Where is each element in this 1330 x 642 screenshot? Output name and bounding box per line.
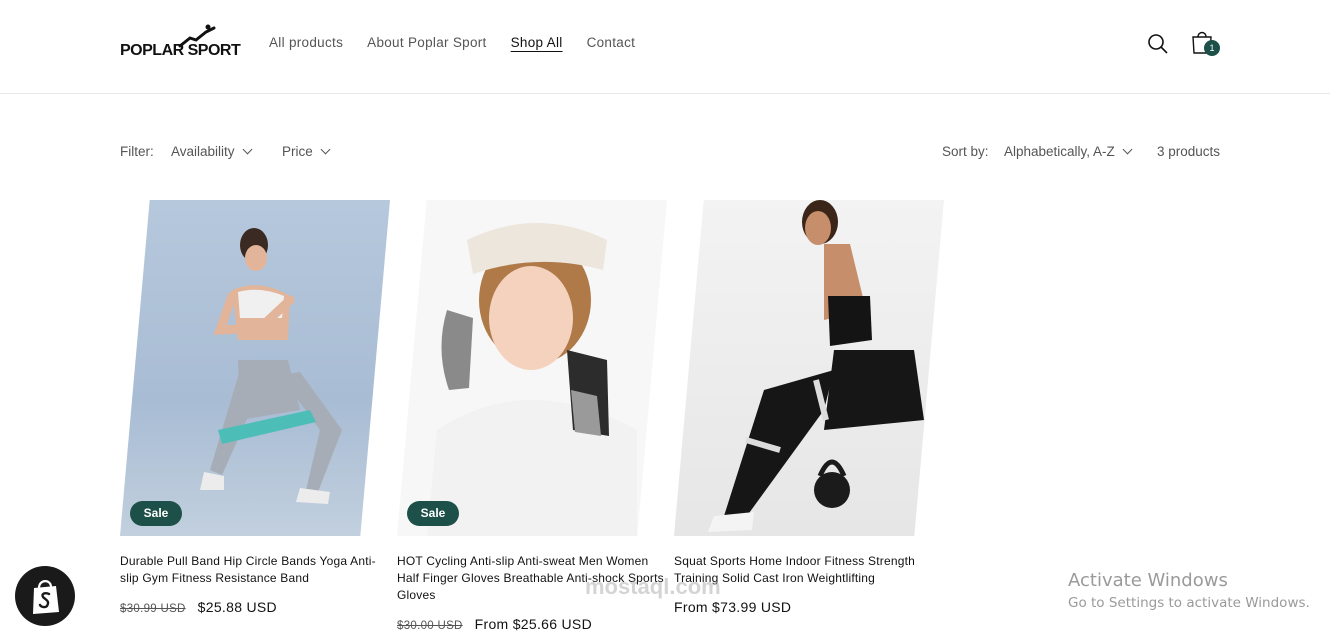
activate-subtitle: Go to Settings to activate Windows. [1068, 595, 1310, 611]
activate-title: Activate Windows [1068, 570, 1228, 591]
activate-windows-notice: Activate Windows Go to Settings to activ… [1068, 570, 1310, 611]
availability-filter[interactable]: Availability [171, 144, 252, 159]
watermark-text: mostaql.com [585, 574, 721, 599]
sale-badge: Sale [407, 501, 459, 526]
sort-select[interactable]: Alphabetically, A-Z [1004, 144, 1133, 159]
product-price: From $73.99 USD [674, 599, 944, 615]
product-image[interactable] [674, 200, 944, 536]
shopify-app-button[interactable] [15, 566, 75, 626]
chevron-down-icon [242, 144, 252, 155]
cart-count-badge: 1 [1204, 40, 1220, 56]
availability-filter-label: Availability [171, 144, 235, 159]
filter-label: Filter: [120, 144, 154, 159]
sort-label: Sort by: [942, 144, 989, 159]
product-title[interactable]: Durable Pull Band Hip Circle Bands Yoga … [120, 553, 390, 587]
compare-at-price: $30.99 USD [120, 603, 186, 615]
product-card[interactable]: Sale HOT Cycling Anti-slip Anti-sweat Me… [397, 200, 667, 632]
nav-all-products[interactable]: All products [269, 35, 343, 50]
kettlebell-woman-image [708, 200, 924, 532]
nav-contact[interactable]: Contact [587, 35, 636, 50]
site-header: POPLAR SPORT All products About Poplar S… [0, 0, 1330, 94]
product-card[interactable]: Squat Sports Home Indoor Fitness Strengt… [674, 200, 944, 615]
price-filter-label: Price [282, 144, 313, 159]
filter-bar: Filter: Availability Price Sort by: Alph… [120, 144, 1220, 164]
chevron-down-icon [1122, 144, 1133, 155]
search-icon[interactable] [1147, 33, 1169, 55]
product-count: 3 products [1156, 144, 1220, 159]
sort-select-value: Alphabetically, A-Z [1004, 144, 1115, 159]
compare-at-price: $30.00 USD [397, 620, 463, 632]
nav-about[interactable]: About Poplar Sport [367, 35, 486, 50]
nav-shop-all[interactable]: Shop All [511, 35, 563, 50]
product-card[interactable]: Sale Durable Pull Band Hip Circle Bands … [120, 200, 390, 615]
sale-badge: Sale [130, 501, 182, 526]
price-filter[interactable]: Price [282, 144, 331, 159]
logo-text: POPLAR SPORT [120, 42, 241, 59]
main-nav: All products About Poplar Sport Shop All… [269, 35, 635, 50]
brand-logo[interactable]: POPLAR SPORT [120, 24, 241, 64]
product-image[interactable]: Sale [120, 200, 390, 536]
shopify-bag-icon [33, 580, 59, 614]
chevron-down-icon [320, 144, 331, 155]
cart-button[interactable]: 1 [1190, 29, 1220, 59]
product-price: $30.00 USD From $25.66 USD [397, 616, 667, 632]
regular-price: From $73.99 USD [674, 599, 792, 615]
fitness-woman-image [200, 228, 342, 504]
sale-price: $25.88 USD [197, 599, 277, 615]
product-image[interactable]: Sale [397, 200, 667, 536]
sale-price: From $25.66 USD [474, 616, 592, 632]
product-price: $30.99 USD $25.88 USD [120, 599, 390, 615]
cycling-gloves-image [427, 223, 637, 536]
